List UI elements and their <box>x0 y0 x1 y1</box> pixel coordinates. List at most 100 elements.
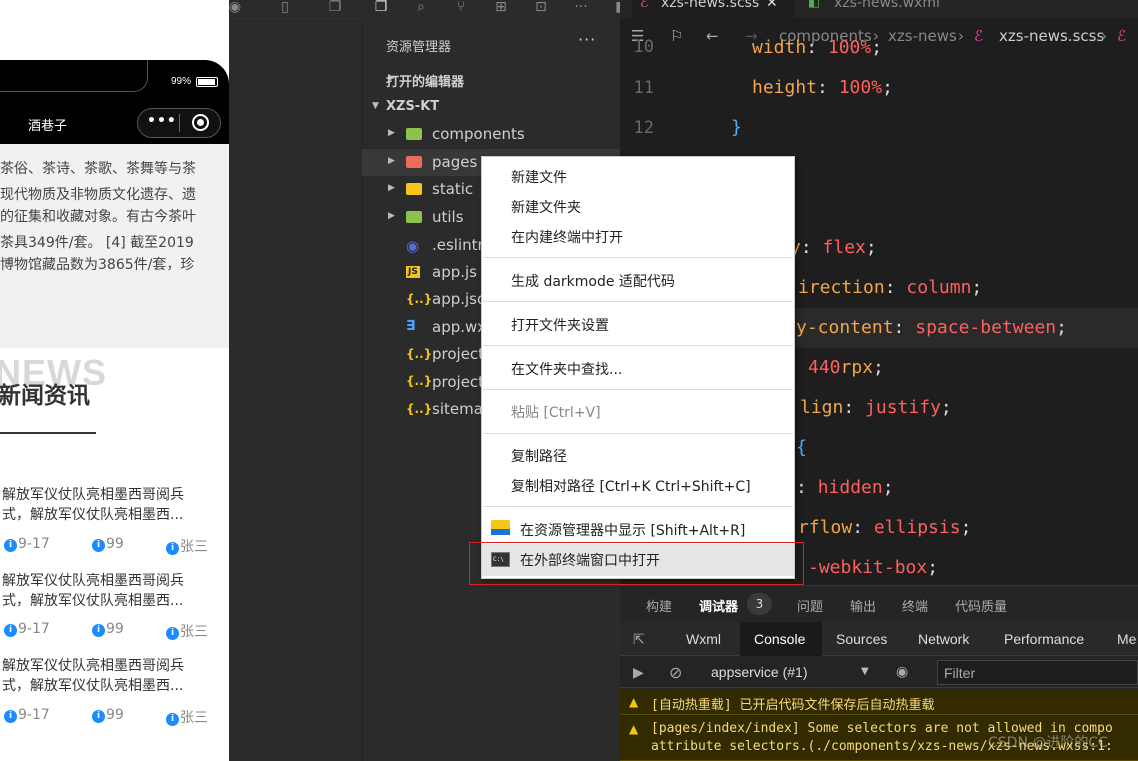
menu-reveal-in-explorer[interactable]: 在资源管理器中显示 [Shift+Alt+R] <box>520 520 745 540</box>
warning-icon: ▲ <box>629 695 639 709</box>
phone-notch <box>0 60 148 92</box>
phone-icon[interactable]: ▯ <box>276 0 294 18</box>
line-number: 10 <box>633 37 654 57</box>
intro-line: 茶具349件/套。 [4] 截至2019 <box>0 235 194 251</box>
extensions-icon[interactable]: ⊞ <box>492 0 510 18</box>
tree-item-app-js[interactable]: app.js <box>432 263 477 281</box>
json-file-icon: {..} <box>406 402 433 416</box>
tab-wxml[interactable]: Wxml <box>686 631 721 647</box>
news-title: 解放军仪仗队亮相墨西哥阅兵 <box>2 573 184 589</box>
open-editors-section[interactable]: ▶ 打开的编辑器 <box>362 66 620 93</box>
tree-item-project-private[interactable]: project <box>432 373 484 391</box>
source-control-icon[interactable]: ⑂ <box>452 0 470 18</box>
folder-icon <box>406 156 422 168</box>
back-arrow-icon[interactable]: ← <box>706 27 719 45</box>
tree-item-pages[interactable]: pages <box>432 153 477 171</box>
tree-item-components[interactable]: components <box>432 125 525 143</box>
chevron-right-icon: › <box>958 27 964 45</box>
sidebar-toggle-icon[interactable]: ▶ <box>633 664 644 681</box>
menu-find-in-folder[interactable]: 在文件夹中查找... <box>511 359 622 379</box>
info-icon: i <box>166 542 179 555</box>
menu-folder-settings[interactable]: 打开文件夹设置 <box>511 315 609 335</box>
tree-item-static[interactable]: static <box>432 180 473 198</box>
intro-section: 茶俗、茶诗、茶歌、茶舞等与茶 现代物质及非物质文化遗存、遗 的征集和收藏对象。有… <box>0 144 229 348</box>
menu-copy-path[interactable]: 复制路径 <box>511 446 567 466</box>
menu-paste: 粘贴 [Ctrl+V] <box>511 405 601 421</box>
tab-code-quality[interactable]: 代码质量 <box>955 596 1007 615</box>
more-icon[interactable]: ··· <box>572 0 590 18</box>
chevron-right-icon: ▶ <box>388 211 395 221</box>
explorer-more-icon[interactable]: ··· <box>578 30 596 49</box>
breadcrumb-item[interactable]: xzs-news.scss <box>999 27 1104 45</box>
tab-debugger[interactable]: 调试器 <box>699 596 738 615</box>
code-line: width: 100%; <box>752 37 883 58</box>
news-date-text: 9-17 <box>18 707 50 723</box>
copy-icon[interactable]: ❐ <box>326 0 344 18</box>
tab-network[interactable]: Network <box>918 631 969 647</box>
tab-terminal[interactable]: 终端 <box>902 596 928 615</box>
capsule-divider <box>179 114 180 132</box>
filter-placeholder: Filter <box>944 665 976 681</box>
battery-percent: 99% <box>171 76 192 87</box>
menu-open-in-terminal[interactable]: 在内建终端中打开 <box>511 227 623 247</box>
warning-icon: ▲ <box>629 722 639 736</box>
news-author-text: 张三 <box>180 539 208 555</box>
watermark: CSDN @进阶的CC <box>988 735 1108 751</box>
search-icon[interactable]: ⌕ <box>412 0 430 18</box>
news-author: i 张三 <box>166 707 208 727</box>
chevron-right-icon: ▶ <box>388 183 395 193</box>
news-views-text: 99 <box>106 536 124 552</box>
inspect-icon[interactable]: ⇱ <box>633 631 645 648</box>
menu-copy-relative-path[interactable]: 复制相对路径 [Ctrl+K Ctrl+Shift+C] <box>511 476 751 496</box>
file-explorer-icon <box>491 520 510 535</box>
tab-xzs-news-scss[interactable]: xzs-news.scss <box>661 0 759 11</box>
context-select[interactable]: appservice (#1) <box>711 664 808 680</box>
json-file-icon: {..} <box>406 374 433 388</box>
menu-new-file[interactable]: 新建文件 <box>511 167 567 187</box>
code-line: { <box>796 437 807 458</box>
code-line: -webkit-box; <box>808 557 939 578</box>
folder-icon <box>406 183 422 195</box>
info-icon: i <box>166 627 179 640</box>
news-views-text: 99 <box>106 621 124 637</box>
news-author-text: 张三 <box>180 624 208 640</box>
tab-console[interactable]: Console <box>754 631 805 647</box>
debug-icon[interactable]: ⊡ <box>532 0 550 18</box>
news-author: i 张三 <box>166 536 208 556</box>
clear-console-icon[interactable]: ⊘ <box>669 663 682 683</box>
news-heading-underline <box>0 432 96 434</box>
tab-memory[interactable]: Me <box>1117 631 1136 647</box>
close-mini-program-icon[interactable] <box>192 114 209 131</box>
scss-file-icon: ℰ <box>974 27 984 45</box>
line-number: 11 <box>633 78 654 98</box>
chevron-down-icon: ▼ <box>861 666 869 677</box>
tree-item-project[interactable]: project <box>432 345 484 363</box>
tab-performance[interactable]: Performance <box>1004 631 1084 647</box>
tab-problems[interactable]: 问题 <box>797 596 823 615</box>
explorer-icon[interactable]: ❐ <box>372 0 390 18</box>
chevron-down-icon: ▼ <box>372 101 379 111</box>
info-icon: i <box>4 539 17 552</box>
menu-generate-darkmode[interactable]: 生成 darkmode 适配代码 <box>511 271 675 291</box>
chevron-right-icon: ▶ <box>388 128 395 138</box>
debugger-count-badge: 3 <box>747 593 772 615</box>
tab-output[interactable]: 输出 <box>850 596 876 615</box>
scss-file-icon: ℰ <box>640 0 649 11</box>
close-icon[interactable]: ✕ <box>766 0 778 11</box>
tab-xzs-news-wxml[interactable]: xzs-news.wxml <box>834 0 940 11</box>
breadcrumb-item[interactable]: xzs-news <box>888 27 957 45</box>
chevron-right-icon: ▶ <box>388 156 395 166</box>
project-section[interactable]: ▼ XZS-KT <box>362 94 620 121</box>
info-icon: i <box>4 624 17 637</box>
menu-new-folder[interactable]: 新建文件夹 <box>511 197 581 217</box>
eslint-icon: ◉ <box>406 237 420 255</box>
news-views-text: 99 <box>106 707 124 723</box>
eye-icon[interactable]: ◉ <box>896 663 908 680</box>
menu-separator <box>483 433 793 434</box>
more-icon[interactable]: ••• <box>147 113 177 129</box>
news-title-line2: 式，解放军仪仗队亮相墨西... <box>2 593 184 609</box>
bookmark-icon[interactable]: ⚐ <box>670 27 683 45</box>
tab-sources[interactable]: Sources <box>836 631 887 647</box>
tab-build[interactable]: 构建 <box>646 596 672 615</box>
tree-item-utils[interactable]: utils <box>432 208 464 226</box>
